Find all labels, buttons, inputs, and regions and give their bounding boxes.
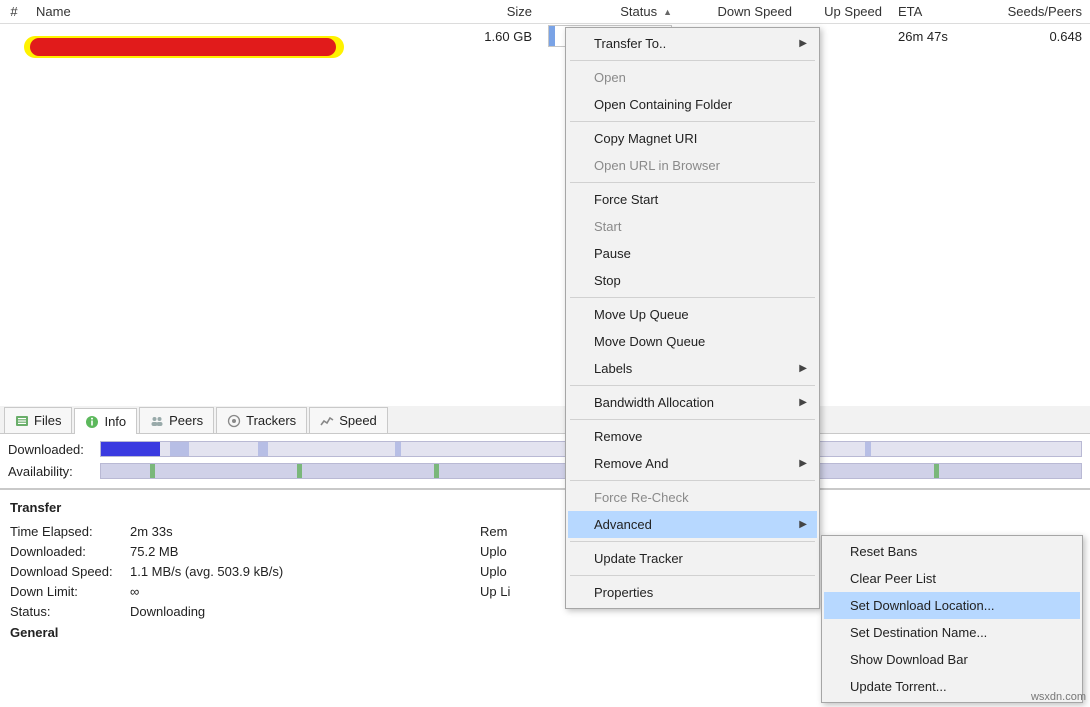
chevron-right-icon: ▶ <box>799 363 807 374</box>
status-value: Downloading <box>130 604 205 619</box>
row-eta: 26m 47s <box>890 29 980 44</box>
table-header: # Name Size Status ▲ Down Speed Up Speed… <box>0 0 1090 24</box>
menu-transfer-to[interactable]: Transfer To..▶ <box>568 30 817 57</box>
tab-trackers-label: Trackers <box>246 413 296 428</box>
menu-labels[interactable]: Labels▶ <box>568 355 817 382</box>
menu-properties[interactable]: Properties <box>568 579 817 606</box>
details-tabs: Files Info Peers Trackers Speed <box>0 406 1090 434</box>
transfer-heading: Transfer <box>10 500 1080 515</box>
menu-force-start[interactable]: Force Start <box>568 186 817 213</box>
row-size: 1.60 GB <box>458 29 540 44</box>
menu-stop[interactable]: Stop <box>568 267 817 294</box>
empty-space <box>0 48 1090 406</box>
upload-speed-label-partial: Uplo <box>480 564 507 579</box>
row-seeds-peers: 0.648 <box>980 29 1090 44</box>
tab-trackers[interactable]: Trackers <box>216 407 307 433</box>
column-down-speed[interactable]: Down Speed <box>680 0 800 23</box>
menu-separator <box>570 121 815 122</box>
submenu-clear-peer-list[interactable]: Clear Peer List <box>824 565 1080 592</box>
down-limit-value: ∞ <box>130 584 139 599</box>
chevron-right-icon: ▶ <box>799 397 807 408</box>
menu-separator <box>570 297 815 298</box>
menu-separator <box>570 385 815 386</box>
transfer-left-column: Time Elapsed:2m 33s Downloaded:75.2 MB D… <box>10 521 330 621</box>
menu-separator <box>570 182 815 183</box>
column-number[interactable]: # <box>0 0 28 23</box>
tab-peers[interactable]: Peers <box>139 407 214 433</box>
chevron-right-icon: ▶ <box>799 38 807 49</box>
column-size[interactable]: Size <box>458 0 540 23</box>
menu-start: Start <box>568 213 817 240</box>
down-limit-label: Down Limit: <box>10 584 130 599</box>
tab-files-label: Files <box>34 413 61 428</box>
peers-icon <box>150 414 164 428</box>
menu-separator <box>570 541 815 542</box>
tab-info[interactable]: Info <box>74 408 137 434</box>
time-elapsed-label: Time Elapsed: <box>10 524 130 539</box>
table-row[interactable]: 1.60 GB Downloa 2.4 kB/s 26m 47s 0.648 <box>0 24 1090 48</box>
trackers-icon <box>227 414 241 428</box>
menu-separator <box>570 60 815 61</box>
redaction-bar <box>30 38 336 56</box>
column-up-speed[interactable]: Up Speed <box>800 0 890 23</box>
menu-open-folder[interactable]: Open Containing Folder <box>568 91 817 118</box>
chevron-right-icon: ▶ <box>799 458 807 469</box>
tab-info-label: Info <box>104 414 126 429</box>
submenu-show-download-bar[interactable]: Show Download Bar <box>824 646 1080 673</box>
menu-update-tracker[interactable]: Update Tracker <box>568 545 817 572</box>
piece-bars: Downloaded: Availability: <box>0 434 1090 489</box>
column-name[interactable]: Name <box>28 0 458 23</box>
up-limit-label-partial: Up Li <box>480 584 510 599</box>
uploaded-label-partial: Uplo <box>480 544 507 559</box>
menu-separator <box>570 575 815 576</box>
progress-fill <box>549 26 555 46</box>
column-status-label: Status <box>620 4 657 19</box>
menu-separator <box>570 419 815 420</box>
downloaded-value: 75.2 MB <box>130 544 178 559</box>
menu-move-up[interactable]: Move Up Queue <box>568 301 817 328</box>
time-elapsed-value: 2m 33s <box>130 524 173 539</box>
menu-open: Open <box>568 64 817 91</box>
menu-remove-and[interactable]: Remove And▶ <box>568 450 817 477</box>
download-speed-value: 1.1 MB/s (avg. 503.9 kB/s) <box>130 564 283 579</box>
remaining-label-partial: Rem <box>480 524 507 539</box>
chevron-right-icon: ▶ <box>799 519 807 530</box>
watermark: wsxdn.com <box>1031 691 1086 703</box>
menu-pause[interactable]: Pause <box>568 240 817 267</box>
menu-separator <box>570 480 815 481</box>
downloaded-label: Downloaded: <box>10 544 130 559</box>
submenu-set-destination-name[interactable]: Set Destination Name... <box>824 619 1080 646</box>
tab-peers-label: Peers <box>169 413 203 428</box>
menu-remove[interactable]: Remove <box>568 423 817 450</box>
menu-copy-magnet[interactable]: Copy Magnet URI <box>568 125 817 152</box>
column-status[interactable]: Status ▲ <box>540 0 680 23</box>
tab-speed[interactable]: Speed <box>309 407 388 433</box>
status-label: Status: <box>10 604 130 619</box>
files-icon <box>15 414 29 428</box>
menu-open-url: Open URL in Browser <box>568 152 817 179</box>
submenu-set-download-location[interactable]: Set Download Location... <box>824 592 1080 619</box>
availability-bar-label: Availability: <box>8 464 94 479</box>
column-seeds-peers[interactable]: Seeds/Peers <box>980 0 1090 23</box>
downloaded-bar-label: Downloaded: <box>8 442 94 457</box>
info-icon <box>85 415 99 429</box>
advanced-submenu: Reset Bans Clear Peer List Set Download … <box>821 535 1083 703</box>
column-eta[interactable]: ETA <box>890 0 980 23</box>
context-menu: Transfer To..▶ Open Open Containing Fold… <box>565 27 820 609</box>
sort-asc-icon: ▲ <box>663 7 672 17</box>
speed-icon <box>320 414 334 428</box>
tab-speed-label: Speed <box>339 413 377 428</box>
download-speed-label: Download Speed: <box>10 564 130 579</box>
menu-force-recheck: Force Re-Check <box>568 484 817 511</box>
tab-files[interactable]: Files <box>4 407 72 433</box>
menu-move-down[interactable]: Move Down Queue <box>568 328 817 355</box>
menu-bandwidth[interactable]: Bandwidth Allocation▶ <box>568 389 817 416</box>
submenu-reset-bans[interactable]: Reset Bans <box>824 538 1080 565</box>
menu-advanced[interactable]: Advanced▶ <box>568 511 817 538</box>
